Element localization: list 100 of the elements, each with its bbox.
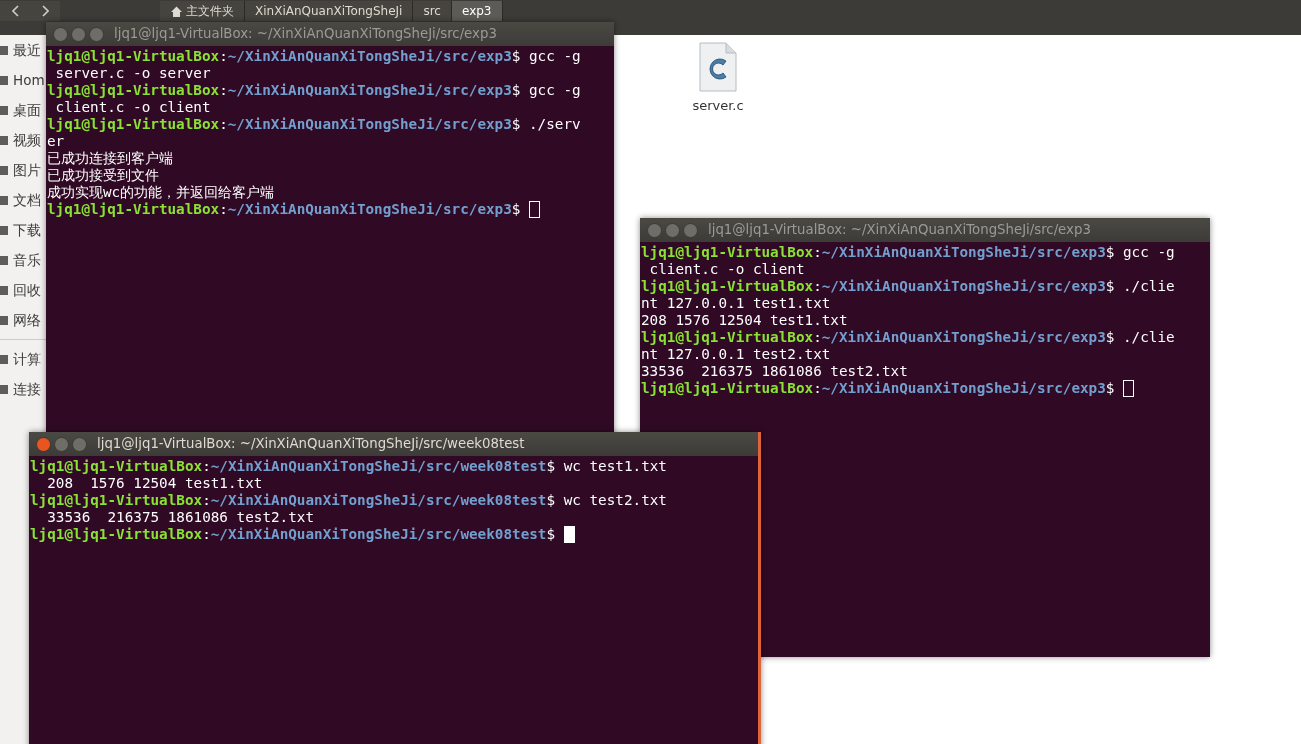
prompt-user: ljq1@ljq1-VirtualBox xyxy=(47,116,220,133)
minimize-button[interactable] xyxy=(665,222,680,238)
sidebar-item[interactable]: 文档 xyxy=(0,185,46,215)
prompt-user: ljq1@ljq1-VirtualBox xyxy=(47,82,220,99)
window-title: ljq1@ljq1-VirtualBox: ~/XinXiAnQuanXiTongSheJi/src/exp3 xyxy=(114,25,497,44)
back-icon xyxy=(11,5,19,17)
close-button[interactable] xyxy=(647,222,662,238)
prompt-separator: : xyxy=(219,201,228,218)
output-text: 33536 216375 1861086 test2.txt xyxy=(46,509,315,526)
prompt-separator: : xyxy=(219,48,228,65)
command-text: gcc -g xyxy=(529,48,581,65)
prompt-user: ljq1@ljq1-VirtualBox xyxy=(30,526,203,543)
prompt-path: ~/XinXiAnQuanXiTongSheJi/src/exp3 xyxy=(227,116,512,133)
breadcrumb-button[interactable]: exp3 xyxy=(451,1,503,21)
output-text: nt 127.0.0.1 test2.txt xyxy=(641,346,831,363)
prompt-symbol: $ xyxy=(511,82,521,99)
prompt-symbol: $ xyxy=(511,48,521,65)
breadcrumb-button[interactable]: src xyxy=(413,1,452,21)
folder-icon xyxy=(0,74,10,86)
sidebar-item[interactable]: 图片 xyxy=(0,155,46,185)
breadcrumb-button[interactable]: XinXiAnQuanXiTongSheJi xyxy=(245,1,414,21)
folder-icon xyxy=(0,104,10,116)
folder-icon xyxy=(0,224,10,236)
prompt-symbol: $ xyxy=(1105,380,1115,397)
output-text: 成功实现wc的功能，并返回给客户端 xyxy=(47,184,275,201)
folder-icon xyxy=(0,164,10,176)
prompt-separator: : xyxy=(813,329,822,346)
output-text: 208 1576 12504 test1.txt xyxy=(641,312,848,329)
command-text: wc test2.txt xyxy=(563,492,667,509)
prompt-path: ~/XinXiAnQuanXiTongSheJi/src/exp3 xyxy=(821,380,1106,397)
prompt-path: ~/XinXiAnQuanXiTongSheJi/src/exp3 xyxy=(821,329,1106,346)
close-button[interactable] xyxy=(53,26,68,42)
prompt-symbol: $ xyxy=(511,116,521,133)
maximize-button[interactable] xyxy=(72,436,87,452)
prompt-path: ~/XinXiAnQuanXiTongSheJi/src/exp3 xyxy=(227,82,512,99)
prompt-separator: : xyxy=(813,278,822,295)
close-button[interactable] xyxy=(36,436,51,452)
folder-icon xyxy=(0,134,10,146)
back-button[interactable] xyxy=(0,1,30,21)
prompt-path: ~/XinXiAnQuanXiTongSheJi/src/exp3 xyxy=(821,278,1106,295)
command-text: ./clie xyxy=(1123,329,1175,346)
prompt-path: ~/XinXiAnQuanXiTongSheJi/src/week08test xyxy=(210,526,547,543)
prompt-separator: : xyxy=(219,116,228,133)
sidebar-item[interactable]: 网络 xyxy=(0,305,46,335)
sidebar-item[interactable]: 视频 xyxy=(0,125,46,155)
output-text: client.c -o client xyxy=(648,261,805,278)
output-text: 208 1576 12504 test1.txt xyxy=(46,475,263,492)
prompt-user: ljq1@ljq1-VirtualBox xyxy=(641,278,814,295)
folder-icon xyxy=(0,284,10,296)
prompt-symbol: $ xyxy=(1105,278,1115,295)
prompt-symbol: $ xyxy=(546,458,556,475)
c-file-icon xyxy=(698,42,738,92)
command-text: wc test1.txt xyxy=(563,458,667,475)
output-text: client.c -o client xyxy=(54,99,211,116)
sidebar-item[interactable]: 音乐 xyxy=(0,245,46,275)
command-text: ./clie xyxy=(1123,278,1175,295)
sidebar-item[interactable]: 连接 xyxy=(0,374,46,404)
sidebar-item[interactable]: 最近 xyxy=(0,35,46,65)
output-text: er xyxy=(47,133,65,150)
prompt-separator: : xyxy=(219,82,228,99)
forward-button[interactable] xyxy=(30,1,60,21)
window-title: ljq1@ljq1-VirtualBox: ~/XinXiAnQuanXiTongSheJi/src/exp3 xyxy=(708,221,1091,240)
sidebar-item[interactable]: 回收 xyxy=(0,275,46,305)
command-text: gcc -g xyxy=(1123,244,1175,261)
prompt-path: ~/XinXiAnQuanXiTongSheJi/src/exp3 xyxy=(227,201,512,218)
prompt-user: ljq1@ljq1-VirtualBox xyxy=(641,380,814,397)
prompt-separator: : xyxy=(202,458,211,475)
prompt-separator: : xyxy=(202,526,211,543)
minimize-button[interactable] xyxy=(54,436,69,452)
prompt-user: ljq1@ljq1-VirtualBox xyxy=(30,458,203,475)
maximize-button[interactable] xyxy=(683,222,698,238)
window-title: ljq1@ljq1-VirtualBox: ~/XinXiAnQuanXiTongSheJi/src/week08test xyxy=(97,435,525,454)
prompt-symbol: $ xyxy=(546,526,556,543)
prompt-user: ljq1@ljq1-VirtualBox xyxy=(641,244,814,261)
folder-icon xyxy=(0,314,10,326)
file-name: server.c xyxy=(692,97,744,115)
forward-icon xyxy=(41,5,49,17)
output-text: 已成功接受到文件 xyxy=(47,167,159,184)
maximize-button[interactable] xyxy=(89,26,104,42)
prompt-user: ljq1@ljq1-VirtualBox xyxy=(47,48,220,65)
folder-icon xyxy=(0,383,10,395)
output-text: nt 127.0.0.1 test1.txt xyxy=(641,295,831,312)
prompt-symbol: $ xyxy=(1105,329,1115,346)
breadcrumb-button[interactable]: 主文件夹 xyxy=(160,1,245,21)
prompt-path: ~/XinXiAnQuanXiTongSheJi/src/exp3 xyxy=(821,244,1106,261)
prompt-user: ljq1@ljq1-VirtualBox xyxy=(641,329,814,346)
prompt-separator: : xyxy=(202,492,211,509)
sidebar-item[interactable]: 下载 xyxy=(0,215,46,245)
folder-icon xyxy=(0,44,10,56)
minimize-button[interactable] xyxy=(71,26,86,42)
prompt-path: ~/XinXiAnQuanXiTongSheJi/src/week08test xyxy=(210,492,547,509)
prompt-path: ~/XinXiAnQuanXiTongSheJi/src/week08test xyxy=(210,458,547,475)
output-text: server.c -o server xyxy=(54,65,211,82)
prompt-path: ~/XinXiAnQuanXiTongSheJi/src/exp3 xyxy=(227,48,512,65)
home-icon xyxy=(170,4,183,18)
output-text: 已成功连接到客户端 xyxy=(47,150,173,167)
sidebar-item[interactable]: 计算 xyxy=(0,344,46,374)
folder-icon xyxy=(0,194,10,206)
sidebar-item[interactable]: 桌面 xyxy=(0,95,46,125)
sidebar-item[interactable]: Hom xyxy=(0,65,46,95)
